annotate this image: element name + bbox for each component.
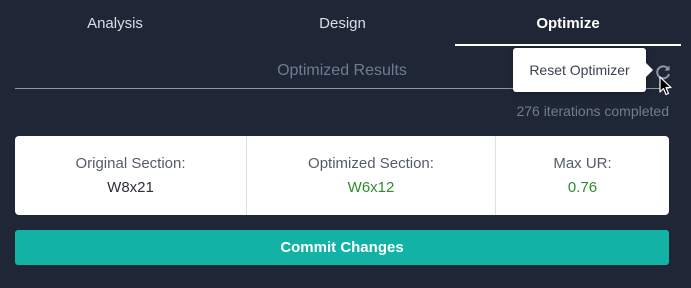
tooltip-arrow [646, 63, 653, 77]
results-card: Original Section: W8x21 Optimized Sectio… [15, 136, 669, 215]
commit-changes-button[interactable]: Commit Changes [15, 230, 669, 265]
max-ur-cell: Max UR: 0.76 [496, 136, 669, 215]
tooltip-text: Reset Optimizer [529, 62, 630, 78]
tab-optimize-label: Optimize [536, 14, 600, 32]
max-ur-label: Max UR: [553, 155, 612, 172]
commit-changes-label: Commit Changes [280, 239, 404, 256]
original-section-value: W8x21 [107, 179, 154, 196]
reset-optimizer-tooltip: Reset Optimizer [513, 48, 653, 92]
optimized-section-cell: Optimized Section: W6x12 [247, 136, 496, 215]
tab-optimize[interactable]: Optimize [455, 0, 681, 46]
max-ur-value: 0.76 [567, 179, 598, 196]
original-section-cell: Original Section: W8x21 [15, 136, 247, 215]
tab-analysis-label: Analysis [87, 14, 143, 32]
tab-design[interactable]: Design [230, 0, 455, 46]
optimized-section-value: W6x12 [347, 179, 395, 196]
iterations-count: 276 iterations completed [516, 103, 669, 119]
optimized-section-label: Optimized Section: [308, 155, 434, 172]
original-section-label: Original Section: [75, 155, 186, 172]
tab-bar: Analysis Design Optimize [0, 0, 691, 46]
mouse-cursor-icon [659, 76, 673, 96]
tab-design-label: Design [319, 14, 366, 32]
tab-analysis[interactable]: Analysis [0, 0, 230, 46]
active-tab-indicator [455, 44, 681, 46]
